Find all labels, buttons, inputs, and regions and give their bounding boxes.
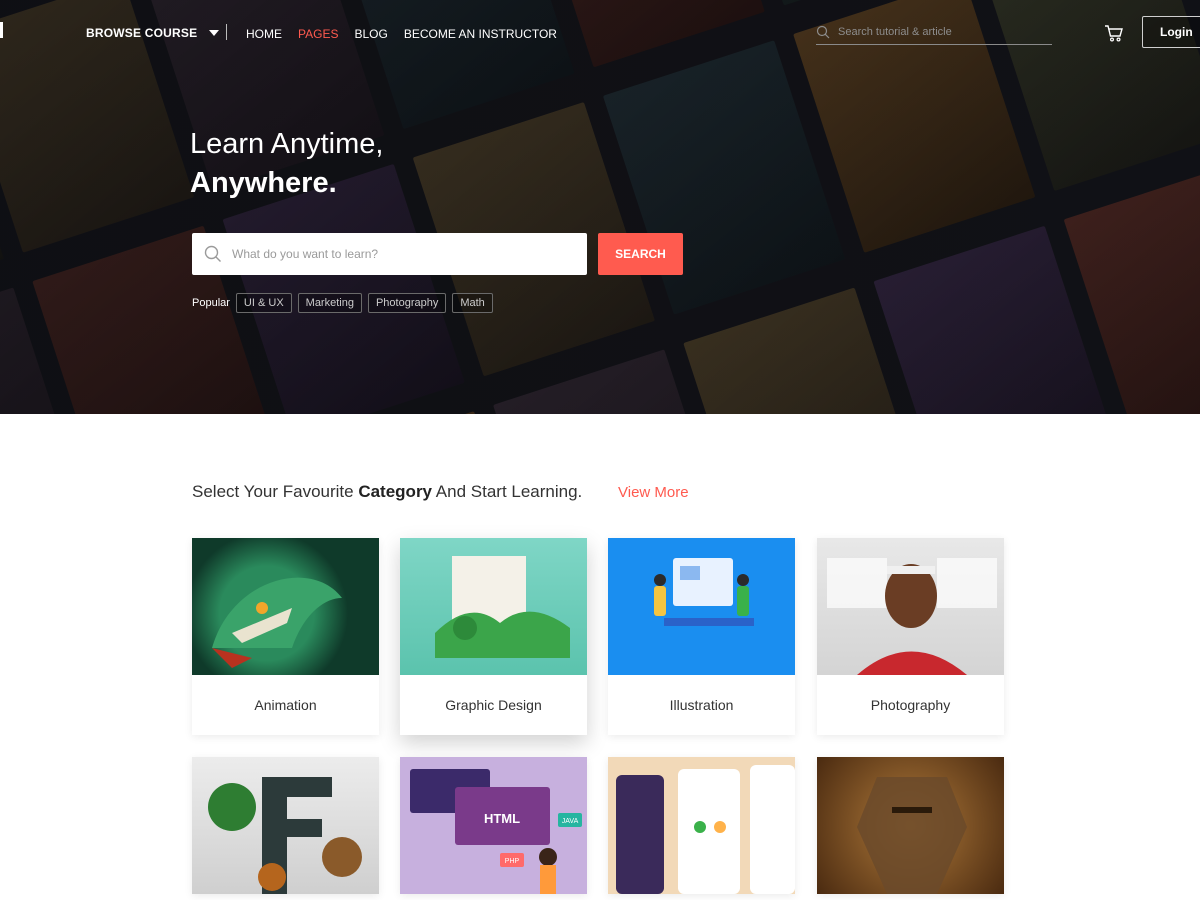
nav-link-pages[interactable]: PAGES bbox=[298, 27, 338, 41]
category-section-title: Select Your Favourite Category And Start… bbox=[192, 482, 582, 502]
search-icon bbox=[816, 25, 830, 38]
java-label: JAVA bbox=[562, 818, 579, 825]
photography-thumbnail bbox=[817, 538, 1004, 675]
popular-tags: Popular UI & UX Marketing Photography Ma… bbox=[192, 293, 493, 313]
view-more-link[interactable]: View More bbox=[618, 484, 689, 501]
tag-math[interactable]: Math bbox=[452, 293, 493, 313]
top-nav: BROWSE COURSE HOME PAGES BLOG BECOME AN … bbox=[0, 0, 1200, 64]
php-label: PHP bbox=[505, 858, 520, 865]
title-prefix: Select Your Favourite bbox=[192, 482, 359, 501]
dragon-illustration-icon bbox=[212, 577, 342, 668]
tag-photography[interactable]: Photography bbox=[367, 293, 447, 313]
nav-link-become-instructor[interactable]: BECOME AN INSTRUCTOR bbox=[404, 27, 557, 41]
hero-search-box bbox=[192, 233, 587, 275]
hero-headline-line1: Learn Anytime, bbox=[190, 128, 384, 160]
code-window-icon: HTML JAVA PHP bbox=[410, 769, 582, 894]
search-icon bbox=[204, 245, 221, 262]
tag-ui-ux[interactable]: UI & UX bbox=[235, 293, 292, 313]
cart-icon[interactable] bbox=[1103, 22, 1125, 44]
armor-artwork-thumbnail bbox=[817, 757, 1004, 894]
web-development-thumbnail: HTML JAVA PHP bbox=[400, 757, 587, 894]
top-search-input[interactable] bbox=[838, 25, 1038, 38]
hero-banner: BROWSE COURSE HOME PAGES BLOG BECOME AN … bbox=[0, 0, 1200, 414]
card-label-illustration: Illustration bbox=[669, 697, 734, 713]
team-meeting-icon bbox=[654, 558, 754, 626]
category-card-illustration[interactable]: Illustration bbox=[608, 538, 795, 735]
hero-search-input[interactable] bbox=[232, 247, 572, 261]
knight-helmet-icon bbox=[857, 777, 967, 894]
typography-thumbnail bbox=[192, 757, 379, 894]
login-button[interactable]: Login bbox=[1142, 16, 1200, 48]
card-label-animation: Animation bbox=[254, 697, 317, 713]
category-card-graphic-design[interactable]: Graphic Design bbox=[400, 538, 587, 735]
html-label: HTML bbox=[484, 811, 520, 826]
title-bold: Category bbox=[358, 482, 433, 501]
tag-marketing[interactable]: Marketing bbox=[297, 293, 362, 313]
category-card-animation[interactable]: Animation bbox=[192, 538, 379, 735]
browse-course-label: BROWSE COURSE bbox=[86, 26, 198, 40]
popular-label: Popular bbox=[192, 297, 230, 309]
nav-link-blog[interactable]: BLOG bbox=[354, 27, 387, 41]
book-mockup-icon bbox=[435, 556, 570, 658]
menu-edge-marker bbox=[0, 22, 3, 38]
phone-mockups-icon bbox=[616, 765, 795, 894]
chevron-down-icon bbox=[209, 30, 220, 36]
illustration-thumbnail bbox=[608, 538, 795, 675]
nav-link-home[interactable]: HOME bbox=[246, 27, 282, 41]
category-card-row2-1[interactable] bbox=[192, 757, 379, 894]
nav-divider bbox=[226, 24, 227, 40]
category-card-row2-3[interactable] bbox=[608, 757, 795, 894]
graphic-design-thumbnail bbox=[400, 538, 587, 675]
search-button[interactable]: SEARCH bbox=[598, 233, 683, 275]
category-card-row2-2[interactable]: HTML JAVA PHP bbox=[400, 757, 587, 894]
card-label-graphic-design: Graphic Design bbox=[445, 697, 542, 713]
top-search-bar bbox=[816, 19, 1052, 45]
nav-links: HOME PAGES BLOG BECOME AN INSTRUCTOR bbox=[246, 27, 557, 41]
letter-f-artwork-icon bbox=[208, 777, 362, 894]
category-card-row2-4[interactable] bbox=[817, 757, 1004, 894]
mobile-app-thumbnail bbox=[608, 757, 795, 894]
athlete-portrait-icon bbox=[827, 558, 997, 675]
card-label-photography: Photography bbox=[870, 697, 951, 713]
browse-course-dropdown[interactable]: BROWSE COURSE bbox=[86, 26, 220, 40]
animation-thumbnail bbox=[192, 538, 379, 675]
title-suffix: And Start Learning. bbox=[432, 482, 583, 501]
hero-headline-line2: Anywhere. bbox=[190, 167, 337, 199]
category-card-photography[interactable]: Photography bbox=[817, 538, 1004, 735]
